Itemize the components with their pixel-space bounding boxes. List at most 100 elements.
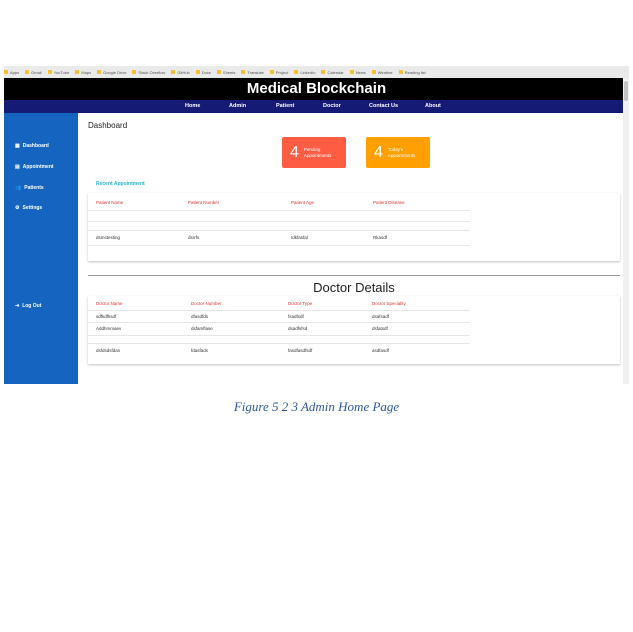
folder-icon [75,70,80,75]
table-cell: sdfkdfksdf [96,314,117,319]
column-header: Patient Name [96,200,124,205]
column-header: Doctor Number [191,301,222,306]
bookmark-item[interactable]: YouTube [47,70,69,75]
table-cell: fdasfads [191,348,209,353]
card-count: 4 [290,143,299,161]
bookmark-item[interactable]: Reading list [398,70,426,75]
folder-icon [4,70,8,75]
bookmark-item[interactable]: Calendar [321,70,344,75]
column-header: Patient Number [188,200,220,205]
section-divider [88,275,620,276]
sidebar-item-patients[interactable]: 👥 Patients [15,185,44,191]
table-cell: dfasdfds [191,314,209,319]
card-label: Appointments [303,152,332,158]
sidebar-item-settings[interactable]: ⚙ Settings [15,205,42,211]
row-divider [88,310,470,311]
page-title: Dashboard [88,121,128,130]
todays-appointments-card[interactable]: 4 Today's Appointments [366,137,430,168]
folder-icon [132,70,137,75]
card-label: Pending [303,146,321,152]
gear-icon: ⚙ [15,205,20,211]
bookmark-item[interactable]: Docs [195,70,211,75]
recent-appointment-link[interactable]: Recent Appointment [96,181,145,187]
doctors-table: Doctor Name Doctor Number Doctor Type Do… [88,296,620,364]
row-divider [88,335,470,336]
sidebar-item-label: Patients [24,185,44,191]
pending-appointments-card[interactable]: 4 Pending Appointments [282,137,346,168]
nav-admin-link[interactable]: Admin [229,100,246,113]
folder-icon [47,70,52,75]
table-cell: dsrrfs [188,235,200,240]
row-divider [88,322,470,323]
row-divider [88,221,470,222]
logout-button[interactable]: ⇥ Log Out [15,303,41,309]
bookmarks-bar: Apps Gmail YouTube Maps Google Drive Stack Ov… [4,66,629,78]
table-cell: dsafsadf [372,314,390,319]
bookmark-item[interactable]: News [349,70,366,75]
bookmark-item[interactable]: Sheets [216,70,235,75]
scrollbar-thumb[interactable] [624,81,628,101]
column-header: Patient Disease [373,200,405,205]
folder-icon [321,70,326,75]
nav-home-link[interactable]: Home [185,100,200,113]
sidebar: ▦ Dashboard ▤ Appointment 👥 Patients ⚙ S… [4,113,78,384]
bookmark-item[interactable]: Translate [241,70,264,75]
bookmark-item[interactable]: Stack Overflow [132,70,165,75]
bookmark-item[interactable]: Gmail [25,70,42,75]
browser-screenshot: Apps Gmail YouTube Maps Google Drive Stack Ov… [4,66,629,384]
folder-icon [171,70,176,75]
top-nav: Home Admin Patient Doctor Contact Us Abo… [4,100,629,113]
card-label: Appointments [387,152,416,158]
table-cell: Rkasdf [373,235,388,240]
folder-icon [349,70,354,75]
bookmark-item[interactable]: Project [269,70,288,75]
row-divider [88,210,470,211]
nav-doctor-link[interactable]: Doctor [323,100,341,113]
sidebar-item-label: Settings [22,205,43,211]
card-count: 4 [374,143,383,161]
row-divider [88,245,470,246]
table-cell: dsadfsfsd [288,326,308,331]
page-scrollbar[interactable] [623,78,629,384]
table-cell: asdfasdf [372,348,390,353]
doctor-details-heading: Doctor Details [313,280,395,295]
folder-icon [216,70,221,75]
folder-icon [398,70,403,75]
appointments-table: Patient Name Patient Number Patient Age … [88,193,620,261]
figure-caption: Figure 5 2 3 Admin Home Page [233,399,400,414]
logout-label: Log Out [22,303,42,309]
bookmark-item[interactable]: Maps [75,70,91,75]
table-cell: Addhmmaev [96,326,122,331]
folder-icon [25,70,30,75]
table-cell: dsfamflase [191,326,213,331]
column-header: Doctor Speciality [372,301,406,306]
table-cell: dsfdsdsfdas [96,348,121,353]
nav-patient-link[interactable]: Patient [276,100,294,113]
sidebar-item-label: Dashboard [22,143,49,149]
folder-icon [269,70,274,75]
folder-icon [241,70,246,75]
column-header: Doctor Name [96,301,123,306]
table-cell: fasdfasdfsdf [288,348,313,353]
card-label: Today's [387,146,404,152]
bookmark-item[interactable]: Apps [4,70,19,75]
folder-icon [97,70,102,75]
bookmark-item[interactable]: Google Drive [97,70,126,75]
table-cell: Idkfasfal [291,235,308,240]
table-cell: fsadfsdf [288,314,304,319]
table-cell: dsmstesting [96,235,121,240]
folder-icon [371,70,376,75]
bookmark-item[interactable]: LinkedIn [294,70,315,75]
sidebar-item-dashboard[interactable]: ▦ Dashboard [15,143,49,149]
table-cell: dsfatsdf [372,326,388,331]
sidebar-item-appointment[interactable]: ▤ Appointment [15,164,54,170]
users-icon: 👥 [15,185,22,191]
row-divider [88,230,470,231]
bookmark-item[interactable]: GitHub [171,70,190,75]
dashboard-icon: ▦ [15,143,20,149]
bookmark-item[interactable]: Weather [371,70,393,75]
nav-contact-link[interactable]: Contact Us [369,100,398,113]
logout-icon: ⇥ [15,303,20,309]
nav-about-link[interactable]: About [425,100,441,113]
sidebar-item-label: Appointment [22,164,54,170]
